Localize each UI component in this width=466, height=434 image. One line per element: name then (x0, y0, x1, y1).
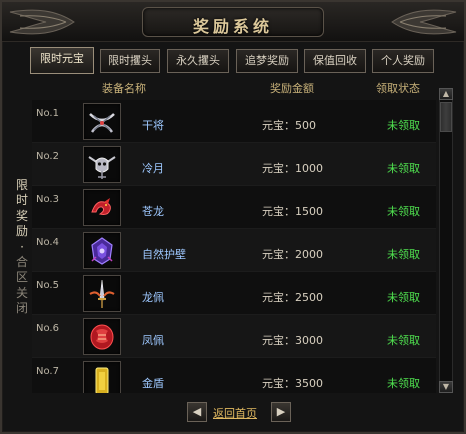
reward-amount: 元宝：3000 (262, 334, 323, 347)
purple-shield-icon (91, 237, 113, 265)
rank-number: No.4 (36, 237, 59, 248)
side-label-sub: 合区关闭 (15, 255, 28, 316)
prev-page-button[interactable]: ◀ (187, 402, 207, 422)
side-label: 限时奖励 · 合区关闭 (15, 178, 29, 317)
side-label-dot: · (20, 239, 24, 254)
left-wing-ornament-icon (9, 9, 75, 35)
title-plaque: 奖励系统 (142, 7, 324, 37)
reward-row: No.1 干将 元宝：500 未领取 (32, 100, 436, 143)
claim-status[interactable]: 未领取 (387, 117, 420, 133)
rank-number: No.7 (36, 366, 59, 377)
reward-list: No.1 干将 元宝：500 未领取 No.2 冷月 元宝：1000 未领取 N… (32, 100, 436, 393)
reward-amount: 元宝：2500 (262, 291, 323, 304)
return-home-link[interactable]: 返回首页 (213, 405, 257, 421)
gold-shield-icon (95, 367, 109, 393)
reward-system-window: 奖励系统 限时元宝 限时攫头 永久攫头 追梦奖励 保值回收 个人奖励 装备名称 … (0, 0, 466, 434)
reward-row: No.6 凤佩 元宝：3000 未领取 (32, 315, 436, 358)
column-header-status: 领取状态 (376, 82, 420, 95)
tab-value-recycle[interactable]: 保值回收 (304, 49, 366, 73)
item-slot[interactable] (83, 318, 121, 355)
column-header-equipment: 装备名称 (102, 82, 146, 95)
reward-row: No.3 苍龙 元宝：1500 未领取 (32, 186, 436, 229)
scroll-down-button[interactable]: ▼ (439, 381, 453, 393)
right-wing-ornament-icon (391, 9, 457, 35)
claim-status[interactable]: 未领取 (387, 375, 420, 391)
next-page-button[interactable]: ▶ (271, 402, 291, 422)
scroll-up-button[interactable]: ▲ (439, 88, 453, 100)
tab-limited-top[interactable]: 限时攫头 (100, 49, 160, 73)
reward-amount: 元宝：1000 (262, 162, 323, 175)
rank-number: No.1 (36, 108, 59, 119)
rank-number: No.3 (36, 194, 59, 205)
side-label-main: 限时奖励 (15, 178, 28, 239)
tab-personal-reward[interactable]: 个人奖励 (372, 49, 434, 73)
reward-amount: 元宝：1500 (262, 205, 323, 218)
reward-row: No.4 自然护壁 元宝：2000 未领取 (32, 229, 436, 272)
rank-number: No.5 (36, 280, 59, 291)
reward-row: No.5 龙佩 元宝：2500 未领取 (32, 272, 436, 315)
window-title: 奖励系统 (192, 17, 273, 36)
item-name: 自然护壁 (142, 248, 186, 261)
item-slot[interactable] (83, 361, 121, 393)
item-slot[interactable] (83, 103, 121, 140)
scrollbar-track[interactable] (439, 88, 453, 393)
reward-row: No.2 冷月 元宝：1000 未领取 (32, 143, 436, 186)
reward-amount: 元宝：2000 (262, 248, 323, 261)
item-name: 干将 (142, 119, 164, 132)
item-slot[interactable] (83, 146, 121, 183)
claim-status[interactable]: 未领取 (387, 332, 420, 348)
tab-dream-reward[interactable]: 追梦奖励 (236, 49, 298, 73)
item-name: 凤佩 (142, 334, 164, 347)
item-slot[interactable] (83, 232, 121, 269)
item-name: 金盾 (142, 377, 164, 390)
bow-icon (89, 113, 115, 133)
pager: ◀ 返回首页 ▶ (2, 400, 464, 424)
item-name: 龙佩 (142, 291, 164, 304)
rank-number: No.2 (36, 151, 59, 162)
claim-status[interactable]: 未领取 (387, 160, 420, 176)
item-name: 冷月 (142, 162, 164, 175)
item-name: 苍龙 (142, 205, 164, 218)
tab-permanent-top[interactable]: 永久攫头 (167, 49, 229, 73)
item-slot[interactable] (83, 189, 121, 226)
title-bar[interactable]: 奖励系统 (2, 2, 464, 42)
winged-sword-icon (89, 279, 115, 308)
tab-limited-yuanbao[interactable]: 限时元宝 (30, 47, 94, 74)
scrollbar-thumb[interactable] (440, 102, 452, 132)
skull-blade-icon (88, 156, 116, 179)
rank-number: No.6 (36, 323, 59, 334)
claim-status[interactable]: 未领取 (387, 246, 420, 262)
column-header-amount: 奖励金额 (270, 82, 314, 95)
red-dragon-icon (91, 198, 111, 215)
claim-status[interactable]: 未领取 (387, 289, 420, 305)
reward-row: No.7 金盾 元宝：3500 未领取 (32, 358, 436, 393)
reward-amount: 元宝：500 (262, 119, 316, 132)
claim-status[interactable]: 未领取 (387, 203, 420, 219)
reward-amount: 元宝：3500 (262, 377, 323, 390)
red-phoenix-icon (90, 324, 114, 350)
item-slot[interactable] (83, 275, 121, 312)
